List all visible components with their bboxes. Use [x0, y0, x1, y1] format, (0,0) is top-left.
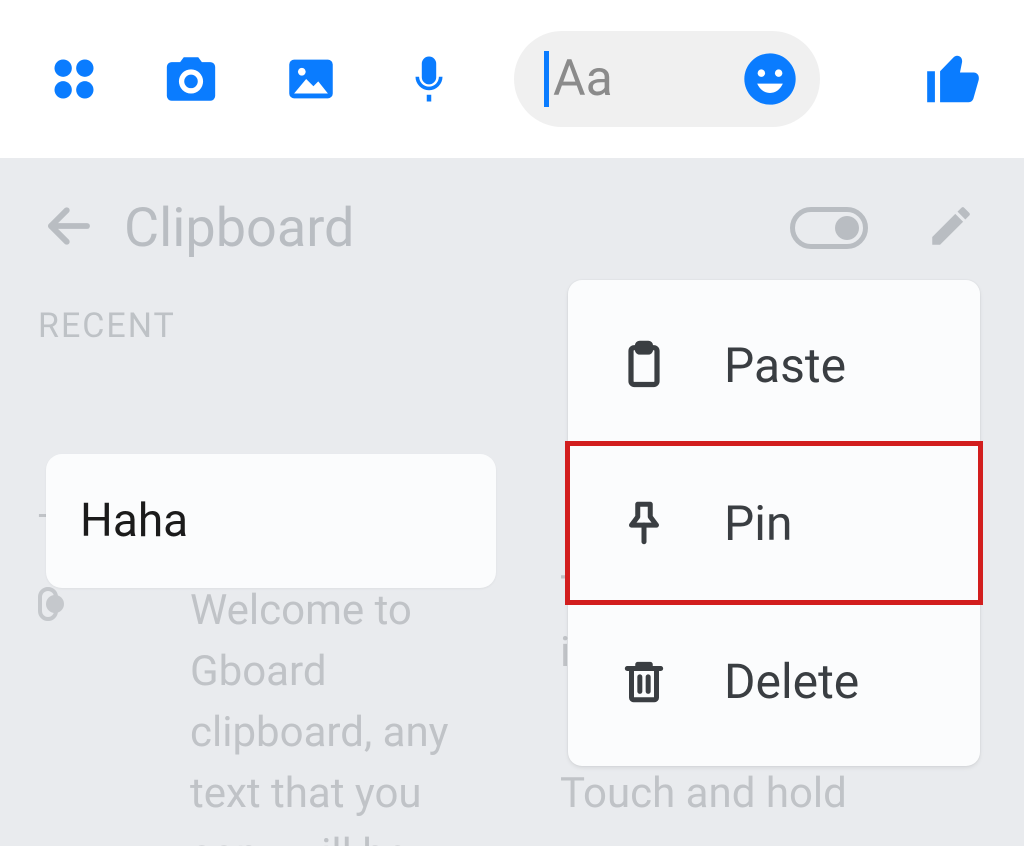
recent-label: RECENT	[38, 306, 176, 346]
menu-label: Paste	[724, 337, 846, 394]
menu-item-delete[interactable]: Delete	[568, 602, 980, 760]
recent-clip-text: Haha	[80, 494, 188, 548]
recent-clip-item[interactable]: Haha	[46, 454, 496, 588]
trash-icon	[612, 653, 676, 709]
message-input[interactable]: Aa	[514, 31, 820, 127]
menu-item-paste[interactable]: Paste	[568, 286, 980, 444]
pin-icon	[612, 493, 676, 553]
emoji-icon[interactable]	[742, 51, 798, 107]
clipboard-icon	[612, 336, 676, 394]
menu-label: Pin	[724, 495, 792, 552]
tip-left-text: Welcome to Gboard clipboard, any text th…	[190, 581, 508, 846]
composer-bar: Aa	[0, 0, 1024, 158]
message-placeholder: Aa	[553, 50, 742, 108]
menu-item-pin[interactable]: Pin	[568, 444, 980, 602]
thumbs-up-icon[interactable]	[922, 48, 984, 110]
clipboard-toggle[interactable]	[790, 207, 868, 249]
tip-right-text-2: Touch and hold	[560, 764, 990, 825]
apps-icon[interactable]	[48, 53, 100, 105]
menu-label: Delete	[724, 653, 859, 710]
microphone-icon[interactable]	[402, 52, 456, 106]
camera-icon[interactable]	[162, 50, 220, 108]
clip-context-menu: Paste Pin Delete	[568, 280, 980, 766]
keyboard-clipboard-panel: Clipboard RECENT TIPS Welcome to Gboard …	[0, 158, 1024, 846]
image-icon[interactable]	[282, 50, 340, 108]
clipboard-header: Clipboard	[0, 188, 1024, 268]
edit-icon[interactable]	[926, 201, 976, 255]
tip-toggle-icon	[38, 587, 58, 621]
back-icon[interactable]	[42, 199, 96, 257]
clipboard-title: Clipboard	[124, 197, 790, 260]
text-caret	[544, 51, 549, 107]
